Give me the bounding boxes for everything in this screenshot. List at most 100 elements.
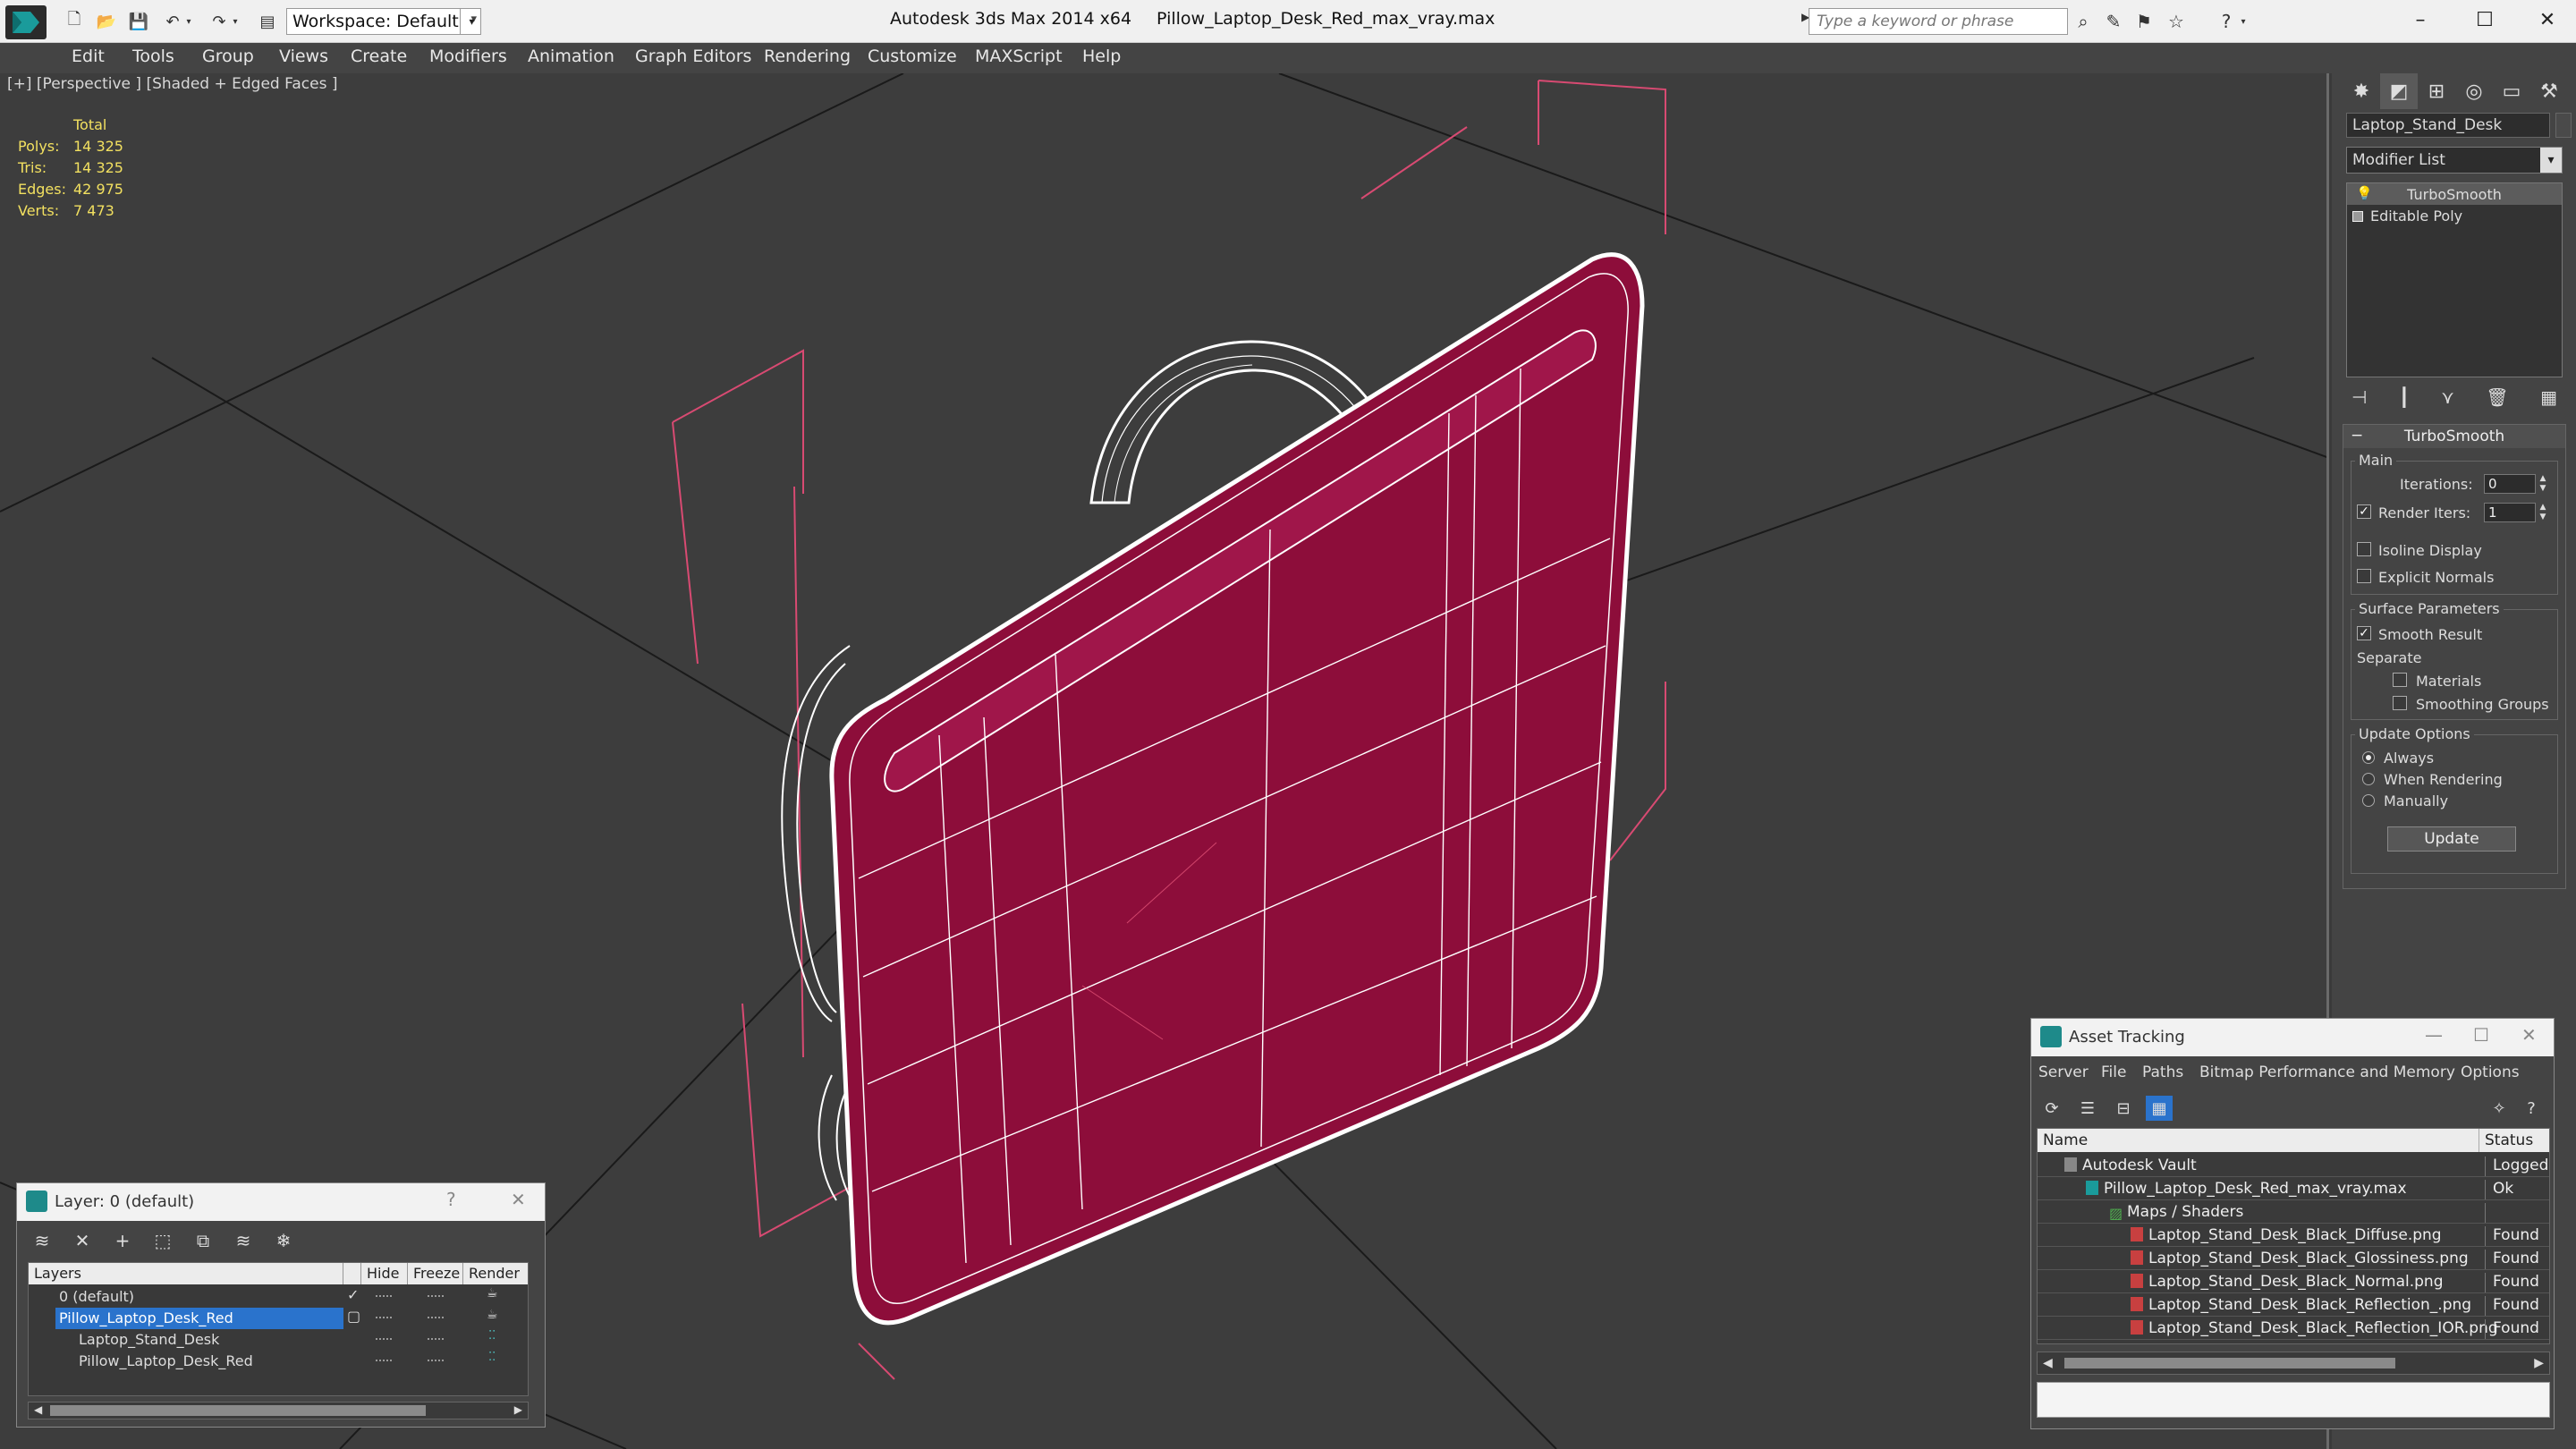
refresh-icon[interactable]: ⟳ bbox=[2038, 1096, 2065, 1121]
asset-row[interactable]: Laptop_Stand_Desk_Black_Normal.png Found bbox=[2038, 1270, 2549, 1293]
minimize-button[interactable]: – bbox=[2394, 4, 2447, 36]
communication-center-icon[interactable]: ✎ bbox=[2102, 11, 2125, 32]
asset-path-field[interactable] bbox=[2037, 1382, 2550, 1418]
render-iters-checkbox[interactable]: ✓ bbox=[2357, 504, 2371, 519]
layer-row[interactable]: Pillow_Laptop_Desk_Red ▢ ☕ bbox=[29, 1308, 528, 1329]
save-file-icon[interactable]: 💾 bbox=[127, 11, 150, 32]
asset-row[interactable]: Laptop_Stand_Desk_Black_Glossiness.png F… bbox=[2038, 1247, 2549, 1270]
spinner-arrows-icon[interactable]: ▲ ▼ bbox=[2538, 503, 2548, 522]
menu-edit[interactable]: Edit bbox=[72, 47, 105, 66]
freeze-all-layers-icon[interactable]: ❄ bbox=[267, 1227, 300, 1254]
asset-row[interactable]: ▨ Maps / Shaders bbox=[2038, 1200, 2549, 1224]
asset-row[interactable]: Pillow_Laptop_Desk_Red_max_vray.max Ok bbox=[2038, 1177, 2549, 1200]
create-layer-icon[interactable]: ≋ bbox=[26, 1227, 58, 1254]
open-file-icon[interactable]: 📂 bbox=[95, 11, 118, 32]
menu-modifiers[interactable]: Modifiers bbox=[429, 47, 507, 66]
name-column-header[interactable]: Name bbox=[2038, 1129, 2479, 1152]
rollout-header[interactable]: − TurboSmooth bbox=[2343, 425, 2565, 448]
layer-row[interactable]: Laptop_Stand_Desk ⁚⁚ bbox=[29, 1329, 528, 1351]
layer-manager-titlebar[interactable]: Layer: 0 (default) ? ✕ bbox=[17, 1183, 545, 1221]
menu-server[interactable]: Server bbox=[2038, 1063, 2089, 1081]
maximize-button[interactable]: ☐ bbox=[2473, 1024, 2489, 1046]
binoculars-icon[interactable]: ⌕ bbox=[2072, 11, 2095, 32]
scroll-right-icon[interactable]: ▶ bbox=[2534, 1356, 2544, 1370]
add-to-layer-icon[interactable]: + bbox=[106, 1227, 139, 1254]
scroll-left-icon[interactable]: ◀ bbox=[2043, 1356, 2053, 1370]
modifier-list-dropdown[interactable]: Modifier List ▾ bbox=[2346, 147, 2563, 174]
undo-dropdown-icon[interactable]: ▾ bbox=[182, 11, 195, 32]
table-view-icon[interactable]: ▦ bbox=[2146, 1096, 2173, 1121]
hide-toggle[interactable] bbox=[376, 1317, 392, 1319]
motion-tab-icon[interactable]: ◎ bbox=[2455, 73, 2493, 109]
maximize-button[interactable]: ☐ bbox=[2458, 4, 2512, 36]
help-dropdown-icon[interactable]: ▾ bbox=[2238, 11, 2249, 32]
menu-file[interactable]: File bbox=[2101, 1063, 2126, 1081]
asset-row[interactable]: Laptop_Stand_Desk_Black_Reflection_.png … bbox=[2038, 1293, 2549, 1317]
quick-access-menu-icon[interactable]: ▾ bbox=[460, 8, 483, 35]
freeze-toggle[interactable] bbox=[428, 1338, 444, 1341]
freeze-toggle[interactable] bbox=[428, 1360, 444, 1362]
select-in-layer-icon[interactable]: ⬚ bbox=[147, 1227, 179, 1254]
delete-layer-icon[interactable]: ✕ bbox=[66, 1227, 98, 1254]
hierarchy-tab-icon[interactable]: ⊞ bbox=[2418, 73, 2455, 109]
explicit-normals-checkbox[interactable] bbox=[2357, 569, 2371, 583]
pin-stack-icon[interactable]: ⊣ bbox=[2351, 386, 2367, 408]
menu-customize[interactable]: Customize bbox=[868, 47, 957, 66]
subscription-icon[interactable]: ⚑ bbox=[2132, 11, 2156, 32]
horizontal-scrollbar[interactable]: ◀ ▶ bbox=[2037, 1352, 2550, 1375]
menu-graph-editors[interactable]: Graph Editors bbox=[635, 47, 751, 66]
active-layer-check-icon[interactable]: ✓ bbox=[347, 1286, 359, 1303]
when-rendering-radio[interactable] bbox=[2362, 773, 2375, 785]
workspace-dropdown[interactable]: Workspace: Default ▾ bbox=[286, 8, 481, 35]
isoline-display-checkbox[interactable] bbox=[2357, 542, 2371, 556]
remove-modifier-icon[interactable]: 🗑 bbox=[2486, 386, 2508, 408]
menu-rendering[interactable]: Rendering bbox=[764, 47, 851, 66]
new-file-icon[interactable]: 🗋 bbox=[63, 10, 86, 32]
render-dots-icon[interactable]: ⁚⁚ bbox=[488, 1351, 496, 1364]
object-name-field[interactable]: Laptop_Stand_Desk bbox=[2346, 113, 2550, 138]
display-tab-icon[interactable]: ▭ bbox=[2493, 73, 2530, 109]
create-tab-icon[interactable]: ✸ bbox=[2343, 73, 2380, 109]
hide-toggle[interactable] bbox=[376, 1295, 392, 1298]
current-layer-box-icon[interactable]: ▢ bbox=[347, 1308, 360, 1325]
menu-bitmap-performance[interactable]: Bitmap Performance and Memory bbox=[2199, 1063, 2455, 1081]
modify-tab-icon[interactable]: ◩ bbox=[2380, 73, 2418, 109]
object-color-swatch[interactable] bbox=[2555, 113, 2572, 138]
close-button[interactable]: ✕ bbox=[511, 1189, 526, 1210]
utilities-tab-icon[interactable]: ⚒ bbox=[2530, 73, 2568, 109]
hide-all-layers-icon[interactable]: ≋ bbox=[227, 1227, 259, 1254]
expand-box-icon[interactable] bbox=[2352, 211, 2363, 222]
close-button[interactable]: ✕ bbox=[2521, 4, 2574, 36]
close-button[interactable]: ✕ bbox=[2521, 1024, 2537, 1046]
app-logo-button[interactable] bbox=[5, 5, 47, 39]
freeze-toggle[interactable] bbox=[428, 1317, 444, 1319]
scroll-left-icon[interactable]: ◀ bbox=[34, 1403, 42, 1416]
layer-row[interactable]: Pillow_Laptop_Desk_Red ⁚⁚ bbox=[29, 1351, 528, 1372]
redo-dropdown-icon[interactable]: ▾ bbox=[229, 11, 242, 32]
hide-toggle[interactable] bbox=[376, 1338, 392, 1341]
undo-icon[interactable]: ↶ bbox=[161, 11, 184, 32]
render-teapot-icon[interactable]: ☕ bbox=[487, 1286, 498, 1301]
menu-animation[interactable]: Animation bbox=[528, 47, 614, 66]
render-dots-icon[interactable]: ⁚⁚ bbox=[488, 1329, 496, 1343]
show-end-result-icon[interactable]: ┃ bbox=[2399, 386, 2410, 408]
minimize-button[interactable]: — bbox=[2425, 1024, 2443, 1046]
scroll-right-icon[interactable]: ▶ bbox=[514, 1403, 522, 1416]
menu-maxscript[interactable]: MAXScript bbox=[975, 47, 1063, 66]
asset-row[interactable]: Autodesk Vault Logged O bbox=[2038, 1154, 2549, 1177]
materials-checkbox[interactable] bbox=[2393, 673, 2407, 687]
menu-create[interactable]: Create bbox=[351, 47, 407, 66]
always-radio[interactable] bbox=[2362, 751, 2375, 764]
horizontal-scrollbar[interactable]: ◀ ▶ bbox=[28, 1402, 529, 1419]
smoothing-groups-checkbox[interactable] bbox=[2393, 696, 2407, 710]
stack-item-editable-poly[interactable]: Editable Poly bbox=[2347, 205, 2562, 226]
render-iters-spinner[interactable]: 1 bbox=[2484, 503, 2536, 522]
favorites-star-icon[interactable]: ☆ bbox=[2165, 11, 2188, 32]
smooth-result-checkbox[interactable]: ✓ bbox=[2357, 626, 2371, 640]
freeze-toggle[interactable] bbox=[428, 1295, 444, 1298]
manually-radio[interactable] bbox=[2362, 794, 2375, 807]
menu-paths[interactable]: Paths bbox=[2142, 1063, 2183, 1081]
status-column-header[interactable]: Status bbox=[2479, 1129, 2549, 1152]
highlight-icon[interactable]: ✧ bbox=[2486, 1096, 2512, 1121]
redo-icon[interactable]: ↷ bbox=[208, 11, 231, 32]
